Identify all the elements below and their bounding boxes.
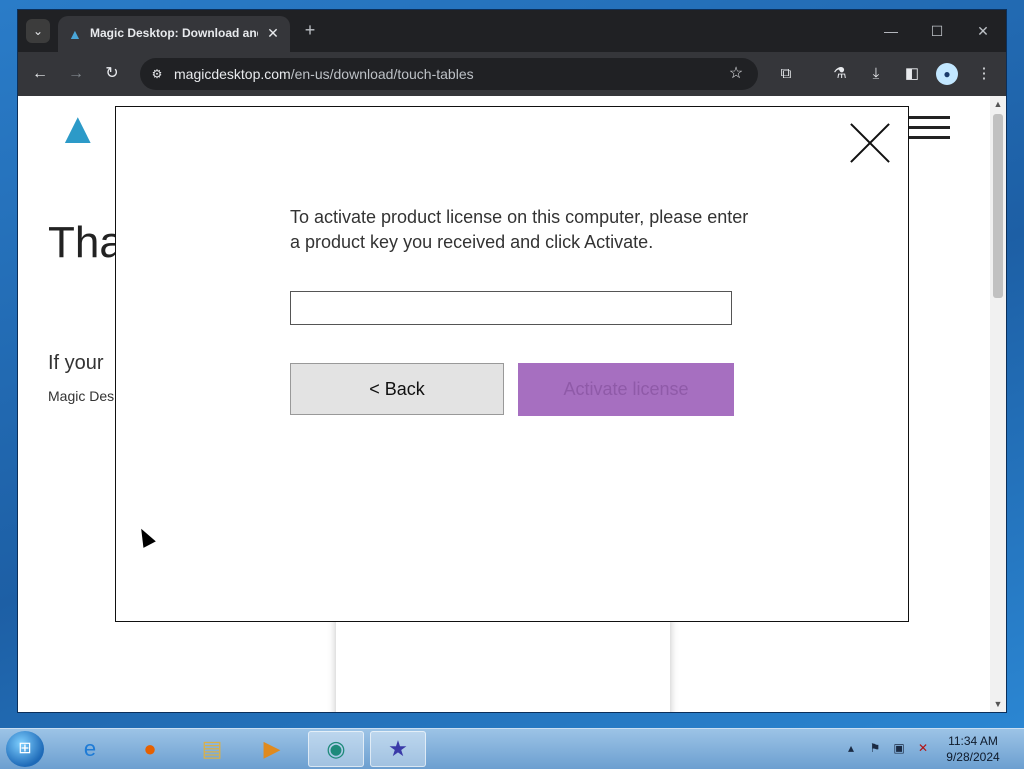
back-button[interactable]: < Back [290, 363, 504, 415]
maximize-icon[interactable]: ☐ [924, 20, 950, 42]
page-scrollbar[interactable]: ▲ ▼ [990, 96, 1006, 712]
close-window-icon[interactable]: ✕ [970, 20, 996, 42]
page-body-text: Magic Des [48, 388, 115, 404]
address-bar[interactable]: ⚙ magicdesktop.com/en-us/download/touch-… [140, 58, 758, 90]
minimize-icon[interactable]: — [878, 20, 904, 42]
hamburger-menu-icon[interactable] [906, 116, 950, 140]
chrome-taskbar-icon[interactable]: ◉ [308, 731, 364, 767]
url-text[interactable]: magicdesktop.com/en-us/download/touch-ta… [174, 66, 474, 82]
show-hidden-icons-icon[interactable]: ▴ [842, 739, 860, 757]
tab-search-button[interactable]: ⌄ [26, 19, 50, 43]
side-panel-icon[interactable]: ◧ [900, 62, 924, 86]
content-card [336, 616, 670, 712]
magic-desktop-taskbar-icon[interactable]: ★ [370, 731, 426, 767]
tab-magic-desktop[interactable]: ▲ Magic Desktop: Download and Install ✕ [58, 16, 290, 52]
menu-kebab-icon[interactable]: ⋮ [972, 62, 996, 86]
profile-avatar-icon[interactable]: ● [936, 63, 958, 85]
back-arrow-icon[interactable]: ← [28, 62, 52, 86]
clock-time: 11:34 AM [948, 734, 998, 748]
clock-date: 9/28/2024 [946, 750, 1000, 764]
reload-icon[interactable]: ↻ [100, 62, 124, 86]
bookmark-star-icon[interactable]: ☆ [726, 64, 746, 84]
tab-bar: ⌄ ▲ Magic Desktop: Download and Install … [18, 10, 1006, 52]
labs-flask-icon[interactable]: ⚗ [828, 62, 852, 86]
wizard-logo-icon[interactable]: ▲ [56, 104, 106, 154]
activate-license-button[interactable]: Activate license [518, 363, 734, 416]
taskbar: ⊞ e ● ▤ ▶ ◉ ★ ▴ ⚑ ▣ ✕ 11:34 AM 9/28/2024 [0, 728, 1024, 769]
site-info-icon[interactable]: ⚙ [148, 65, 166, 83]
extensions-puzzle-icon[interactable]: ⧉ [774, 62, 798, 86]
scroll-up-icon[interactable]: ▲ [990, 98, 1006, 110]
close-tab-icon[interactable]: ✕ [264, 24, 282, 42]
browser-toolbar: ← → ↻ ⚙ magicdesktop.com/en-us/download/… [18, 52, 1006, 96]
network-icon[interactable]: ▣ [890, 739, 908, 757]
url-path: /en-us/download/touch-tables [290, 66, 474, 82]
forward-arrow-icon[interactable]: → [64, 62, 88, 86]
scroll-down-icon[interactable]: ▼ [990, 698, 1006, 710]
page-heading: Tha [48, 218, 124, 267]
volume-muted-icon[interactable]: ✕ [914, 739, 932, 757]
product-key-input[interactable] [290, 291, 732, 325]
page-subheading: If your [48, 352, 104, 374]
downloads-icon[interactable]: ⤓ [864, 62, 888, 86]
close-dialog-icon[interactable] [849, 122, 891, 164]
activation-dialog: To activate product license on this comp… [115, 106, 909, 622]
firefox-icon[interactable]: ● [122, 731, 178, 767]
activation-instructions: To activate product license on this comp… [290, 207, 749, 252]
action-center-flag-icon[interactable]: ⚑ [866, 739, 884, 757]
scroll-thumb[interactable] [993, 114, 1003, 298]
new-tab-button[interactable]: + [300, 20, 320, 40]
system-clock[interactable]: 11:34 AM 9/28/2024 [938, 733, 1008, 765]
media-player-icon[interactable]: ▶ [244, 731, 300, 767]
internet-explorer-icon[interactable]: e [62, 731, 118, 767]
start-button-icon[interactable]: ⊞ [6, 731, 44, 767]
url-host: magicdesktop.com [174, 66, 291, 82]
file-explorer-icon[interactable]: ▤ [184, 731, 240, 767]
tab-title: Magic Desktop: Download and Install [90, 26, 258, 40]
wizard-hat-icon: ▲ [68, 26, 82, 42]
